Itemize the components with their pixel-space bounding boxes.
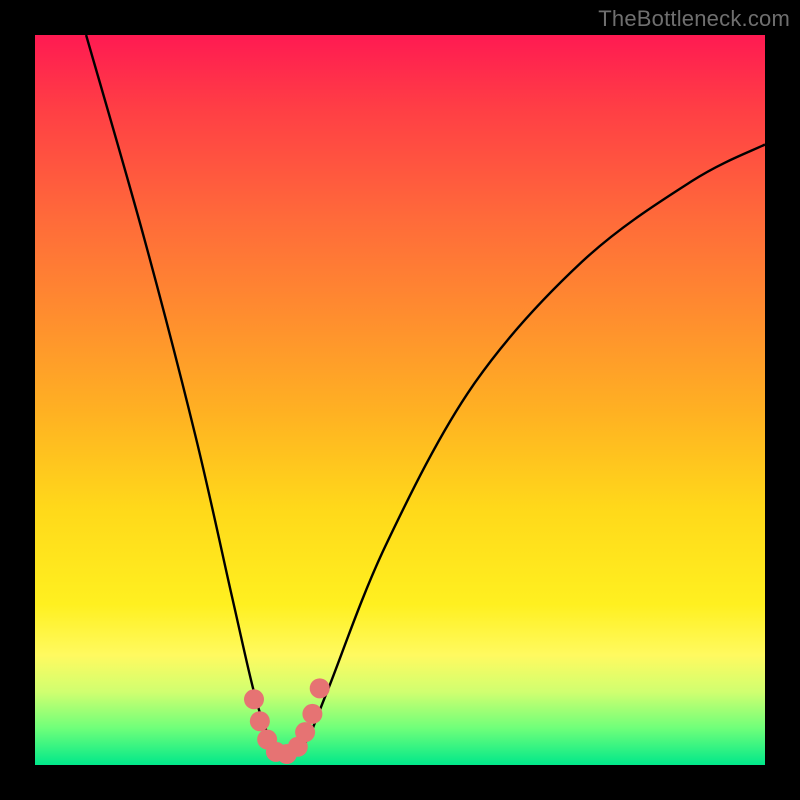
curve-marker	[310, 678, 330, 698]
curve-marker	[250, 711, 270, 731]
curve-layer	[35, 35, 765, 765]
plot-area	[35, 35, 765, 765]
curve-marker	[302, 704, 322, 724]
chart-frame: TheBottleneck.com	[0, 0, 800, 800]
watermark-text: TheBottleneck.com	[598, 6, 790, 32]
bottleneck-curve	[86, 35, 765, 758]
curve-marker	[244, 689, 264, 709]
curve-marker	[295, 722, 315, 742]
curve-markers	[244, 678, 330, 764]
